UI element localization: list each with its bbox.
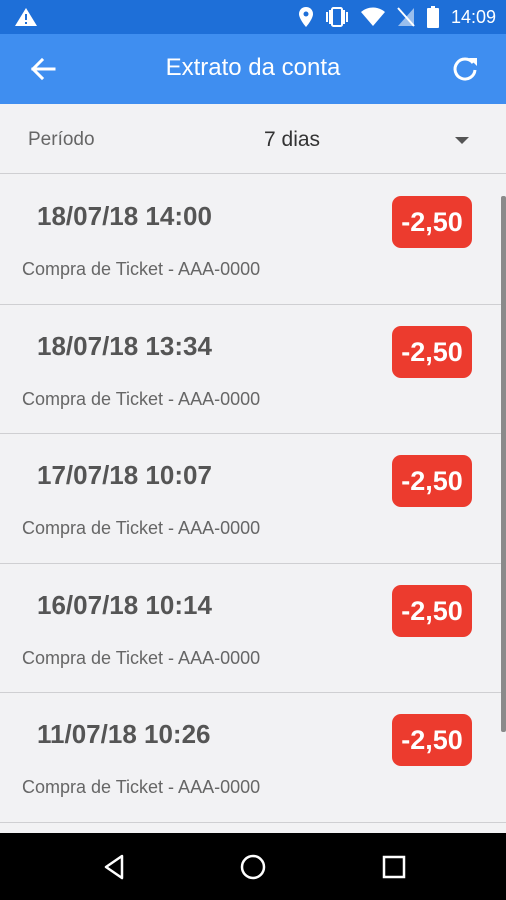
period-dropdown-value[interactable]: 7 dias — [264, 128, 320, 152]
transaction-row[interactable]: 16/07/18 10:14 -2,50 Compra de Ticket - … — [0, 564, 506, 693]
transaction-description: Compra de Ticket - AAA-0000 — [22, 647, 261, 668]
system-nav-bar — [0, 833, 506, 900]
transaction-amount-badge: -2,50 — [392, 196, 472, 248]
no-sim-icon — [397, 7, 415, 27]
transaction-row[interactable]: 18/07/18 14:00 -2,50 Compra de Ticket - … — [0, 175, 506, 305]
battery-icon — [426, 6, 439, 28]
transaction-description: Compra de Ticket - AAA-0000 — [22, 518, 261, 538]
transaction-row[interactable]: 17/07/18 10:07 -2,50 Compra de Ticket - … — [0, 434, 506, 564]
clock: 14:09 — [450, 6, 496, 27]
period-label: Período — [28, 129, 95, 150]
vibrate-icon — [325, 7, 348, 27]
transaction-amount-badge: -2,50 — [392, 714, 472, 766]
transaction-row[interactable]: 18/07/18 13:34 -2,50 Compra de Ticket - … — [0, 305, 506, 434]
transaction-description: Compra de Ticket - AAA-0000 — [22, 259, 261, 279]
warning-icon — [15, 8, 37, 26]
transaction-description: Compra de Ticket - AAA-0000 — [22, 388, 261, 409]
app-bar: Extrato da conta — [0, 34, 506, 104]
transaction-description: Compra de Ticket - AAA-0000 — [22, 777, 261, 797]
transaction-date: 18/07/18 14:00 — [37, 201, 212, 231]
refresh-icon[interactable] — [450, 54, 480, 84]
status-bar: 14:09 — [0, 0, 506, 34]
wifi-icon — [360, 7, 385, 26]
scrollbar[interactable] — [501, 196, 506, 732]
transaction-list[interactable]: 18/07/18 14:00 -2,50 Compra de Ticket - … — [0, 175, 506, 833]
transaction-date: 18/07/18 13:34 — [37, 330, 212, 361]
transaction-amount-badge: -2,50 — [392, 455, 472, 507]
period-selector[interactable]: Período 7 dias — [0, 104, 506, 174]
page-title: Extrato da conta — [165, 54, 341, 81]
nav-back-icon[interactable] — [98, 851, 130, 883]
transaction-amount-badge: -2,50 — [392, 325, 472, 378]
dropdown-arrow-icon[interactable] — [455, 137, 469, 144]
transaction-date: 17/07/18 10:07 — [37, 460, 212, 490]
location-icon — [298, 7, 313, 27]
transaction-row[interactable]: 11/07/18 10:26 -2,50 Compra de Ticket - … — [0, 693, 506, 823]
nav-recents-icon[interactable] — [378, 851, 410, 883]
nav-home-icon[interactable] — [237, 851, 269, 883]
transaction-amount-badge: -2,50 — [392, 584, 472, 637]
transaction-date: 16/07/18 10:14 — [37, 589, 212, 620]
transaction-date: 11/07/18 10:26 — [37, 719, 211, 749]
